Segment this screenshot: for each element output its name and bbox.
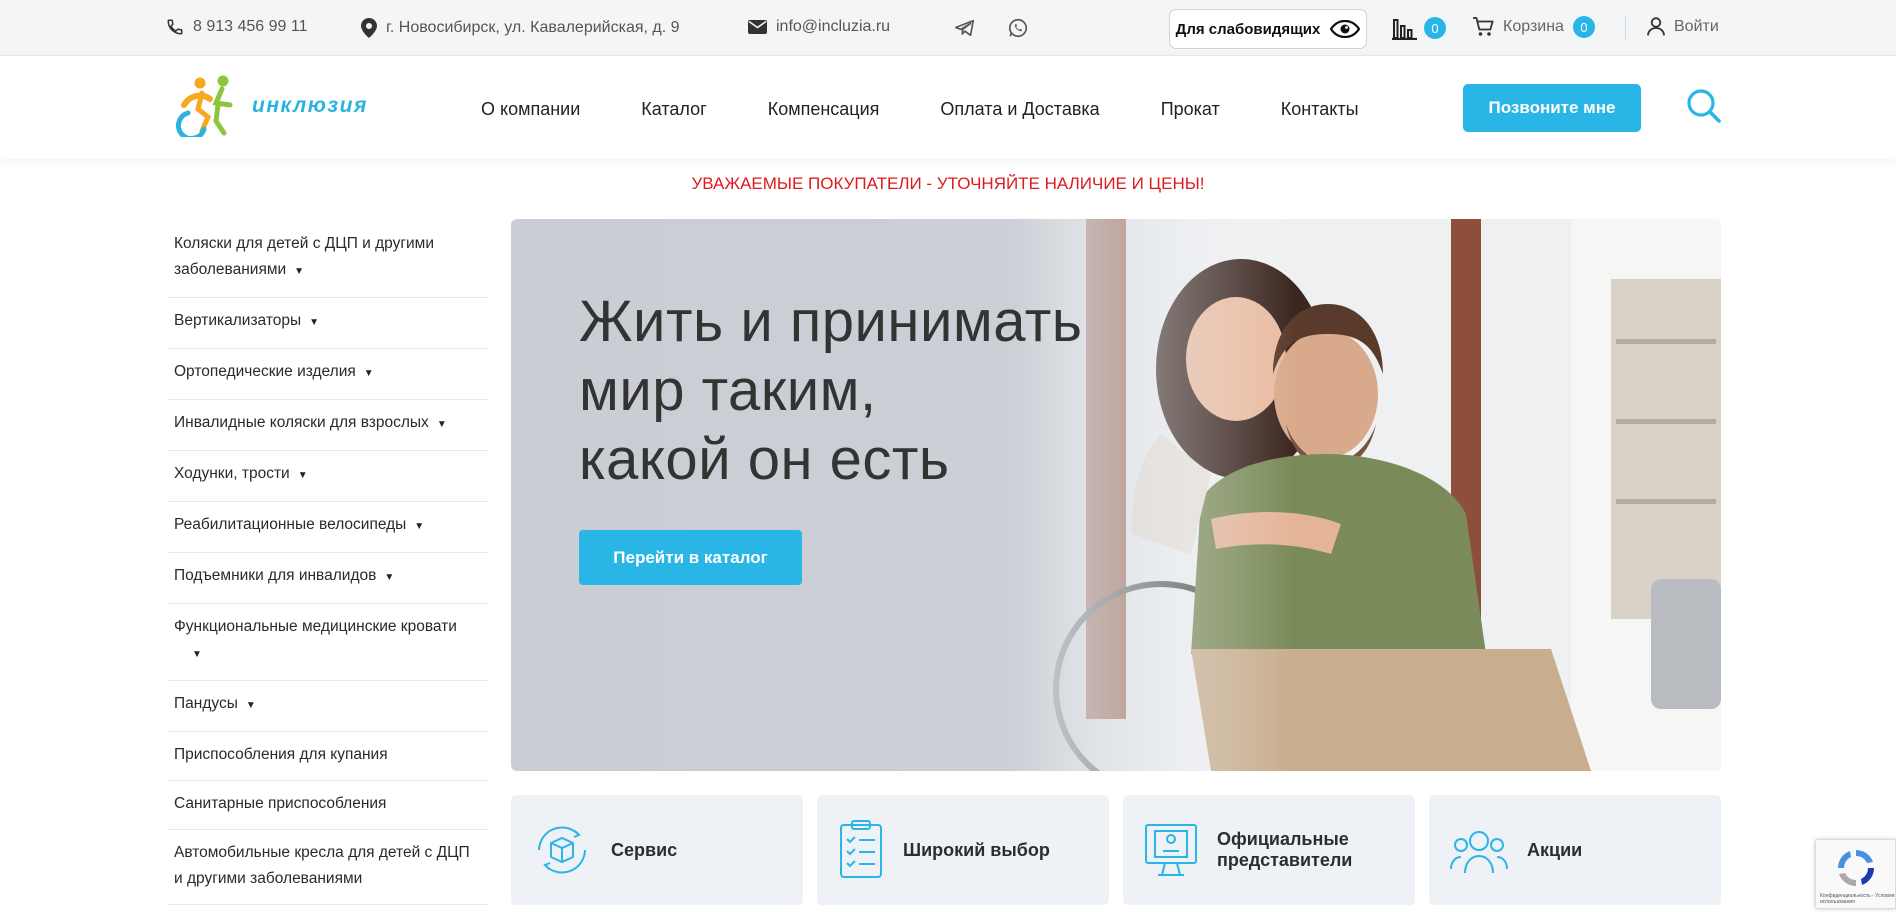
bar-chart-icon bbox=[1392, 19, 1417, 40]
hero-title-line: какой он есть bbox=[579, 427, 950, 492]
sidebar-item-label: Ортопедические изделия bbox=[174, 363, 356, 380]
phone-link[interactable]: 8 913 456 99 11 bbox=[166, 18, 307, 36]
login-link[interactable]: Войти bbox=[1647, 17, 1719, 36]
expand-arrow-icon[interactable]: ▼ bbox=[414, 521, 424, 532]
certificate-icon bbox=[1145, 824, 1197, 876]
sidebar-item-car-seats[interactable]: Автомобильные кресла для детей с ДЦП и д… bbox=[168, 830, 488, 905]
checklist-icon bbox=[840, 820, 882, 878]
cart-label: Корзина bbox=[1503, 18, 1564, 35]
compare-count-badge: 0 bbox=[1424, 17, 1446, 39]
cart-icon bbox=[1473, 17, 1494, 36]
cart-count-badge: 0 bbox=[1572, 16, 1595, 38]
logo[interactable]: инклюзия bbox=[170, 75, 368, 137]
expand-arrow-icon[interactable]: ▼ bbox=[246, 700, 256, 711]
go-to-catalog-button[interactable]: Перейти в каталог bbox=[579, 530, 802, 585]
recaptcha-text: Конфиденциальность - Условия использован… bbox=[1820, 893, 1895, 905]
nav-item-compensation[interactable]: Компенсация bbox=[768, 99, 880, 120]
feature-cards: Сервис Широкий выбор Официальные предста… bbox=[511, 795, 1721, 905]
sidebar-item-lifts[interactable]: Подъемники для инвалидов ▼ bbox=[168, 553, 488, 604]
sidebar-item-label: Вертикализаторы bbox=[174, 312, 302, 329]
feature-label: Официальные представители bbox=[1217, 829, 1353, 870]
hero-title-line: Жить и принимать bbox=[579, 289, 1083, 354]
expand-arrow-icon[interactable]: ▼ bbox=[192, 649, 202, 660]
sidebar-item-label: Функциональные медицинские кровати bbox=[174, 618, 457, 635]
nav-item-catalog[interactable]: Каталог bbox=[641, 99, 706, 120]
sidebar-item-label: Реабилитационные велосипеды bbox=[174, 516, 407, 533]
hero-title: Жить и принимать мир таким, какой он ест… bbox=[579, 287, 1083, 494]
people-group-icon bbox=[1450, 831, 1508, 874]
whatsapp-link[interactable] bbox=[1007, 17, 1029, 44]
telegram-link[interactable] bbox=[954, 17, 976, 44]
expand-arrow-icon[interactable]: ▼ bbox=[298, 470, 308, 481]
sidebar-item-label: Подъемники для инвалидов bbox=[174, 567, 377, 584]
nav-item-about[interactable]: О компании bbox=[481, 99, 580, 120]
search-icon[interactable] bbox=[1686, 88, 1722, 124]
box-cycle-icon bbox=[538, 826, 586, 874]
sidebar-item-sanitary[interactable]: Санитарные приспособления bbox=[168, 781, 488, 830]
email-link[interactable]: info@incluzia.ru bbox=[748, 18, 890, 36]
address: г. Новосибирск, ул. Кавалерийская, д. 9 bbox=[361, 18, 680, 38]
cart-link[interactable]: Корзина 0 bbox=[1472, 16, 1595, 38]
sidebar-item-bathing[interactable]: Приспособления для купания bbox=[168, 732, 488, 781]
login-label: Войти bbox=[1674, 17, 1719, 35]
sidebar-item-adult-wheelchairs[interactable]: Инвалидные коляски для взрослых ▼ bbox=[168, 400, 488, 451]
expand-arrow-icon[interactable]: ▼ bbox=[294, 266, 304, 277]
address-text: г. Новосибирск, ул. Кавалерийская, д. 9 bbox=[386, 19, 680, 36]
sidebar-item-label: Автомобильные кресла для детей с ДЦП и д… bbox=[174, 844, 470, 887]
sidebar-item-ramps[interactable]: Пандусы ▼ bbox=[168, 681, 488, 732]
hero-banner: Жить и принимать мир таким, какой он ест… bbox=[511, 219, 1721, 771]
expand-arrow-icon[interactable]: ▼ bbox=[309, 317, 319, 328]
hero-photo bbox=[1011, 219, 1721, 771]
top-bar: 8 913 456 99 11 г. Новосибирск, ул. Кава… bbox=[0, 0, 1896, 56]
sidebar-item-label: Пандусы bbox=[174, 695, 238, 712]
location-pin-icon bbox=[361, 18, 377, 38]
sidebar-item-label: Приспособления для купания bbox=[174, 746, 388, 763]
sidebar-item-medical-beds[interactable]: Функциональные медицинские кровати ▼ bbox=[168, 604, 488, 681]
phone-icon bbox=[167, 19, 183, 35]
recaptcha-badge[interactable]: Конфиденциальность - Условия использован… bbox=[1815, 839, 1896, 909]
feature-label: Широкий выбор bbox=[903, 839, 1050, 860]
catalog-sidebar: Коляски для детей с ДЦП и другими заболе… bbox=[168, 221, 488, 905]
low-vision-button[interactable]: Для слабовидящих bbox=[1169, 9, 1367, 49]
expand-arrow-icon[interactable]: ▼ bbox=[384, 572, 394, 583]
logo-text: инклюзия bbox=[252, 94, 368, 117]
feature-card-wide-choice[interactable]: Широкий выбор bbox=[817, 795, 1109, 905]
expand-arrow-icon[interactable]: ▼ bbox=[364, 368, 374, 379]
recaptcha-icon bbox=[1838, 850, 1874, 886]
compare-link[interactable]: 0 bbox=[1390, 16, 1446, 40]
whatsapp-icon bbox=[1008, 18, 1028, 38]
low-vision-label: Для слабовидящих bbox=[1175, 20, 1321, 38]
feature-label: Сервис bbox=[611, 839, 678, 860]
feature-card-service[interactable]: Сервис bbox=[511, 795, 803, 905]
mail-icon bbox=[748, 20, 767, 34]
sidebar-item-label: Инвалидные коляски для взрослых bbox=[174, 414, 429, 431]
telegram-icon bbox=[955, 19, 975, 37]
feature-card-official[interactable]: Официальные представители bbox=[1123, 795, 1415, 905]
sidebar-item-label: Ходунки, трости bbox=[174, 465, 290, 482]
feature-label: Акции bbox=[1527, 839, 1583, 860]
sidebar-item-label: Коляски для детей с ДЦП и другими заболе… bbox=[174, 235, 434, 278]
hero-title-line: мир таким, bbox=[579, 358, 877, 423]
sidebar-item-label: Санитарные приспособления bbox=[174, 795, 387, 812]
logo-figures-icon bbox=[175, 75, 233, 137]
main-nav: О компании Каталог Компенсация Оплата и … bbox=[481, 99, 1420, 120]
divider bbox=[1625, 16, 1626, 40]
call-me-button[interactable]: Позвоните мне bbox=[1463, 84, 1641, 132]
email-text: info@incluzia.ru bbox=[776, 18, 891, 35]
nav-item-rental[interactable]: Прокат bbox=[1161, 99, 1220, 120]
nav-item-payment-delivery[interactable]: Оплата и Доставка bbox=[940, 99, 1099, 120]
main-header: инклюзия О компании Каталог Компенсация … bbox=[0, 57, 1896, 159]
nav-item-contacts[interactable]: Контакты bbox=[1281, 99, 1359, 120]
sidebar-item-walkers[interactable]: Ходунки, трости ▼ bbox=[168, 451, 488, 502]
sidebar-item-verticalizers[interactable]: Вертикализаторы ▼ bbox=[168, 298, 488, 349]
user-icon bbox=[1647, 17, 1665, 36]
expand-arrow-icon[interactable]: ▼ bbox=[437, 419, 447, 430]
sidebar-item-cp-strollers[interactable]: Коляски для детей с ДЦП и другими заболе… bbox=[168, 221, 488, 298]
eye-icon bbox=[1330, 20, 1361, 38]
sidebar-item-orthopedic[interactable]: Ортопедические изделия ▼ bbox=[168, 349, 488, 400]
feature-card-promotions[interactable]: Акции bbox=[1429, 795, 1721, 905]
notice-banner: УВАЖАЕМЫЕ ПОКУПАТЕЛИ - УТОЧНЯЙТЕ НАЛИЧИЕ… bbox=[691, 174, 1205, 193]
sidebar-item-rehab-bikes[interactable]: Реабилитационные велосипеды ▼ bbox=[168, 502, 488, 553]
phone-text: 8 913 456 99 11 bbox=[193, 18, 308, 35]
